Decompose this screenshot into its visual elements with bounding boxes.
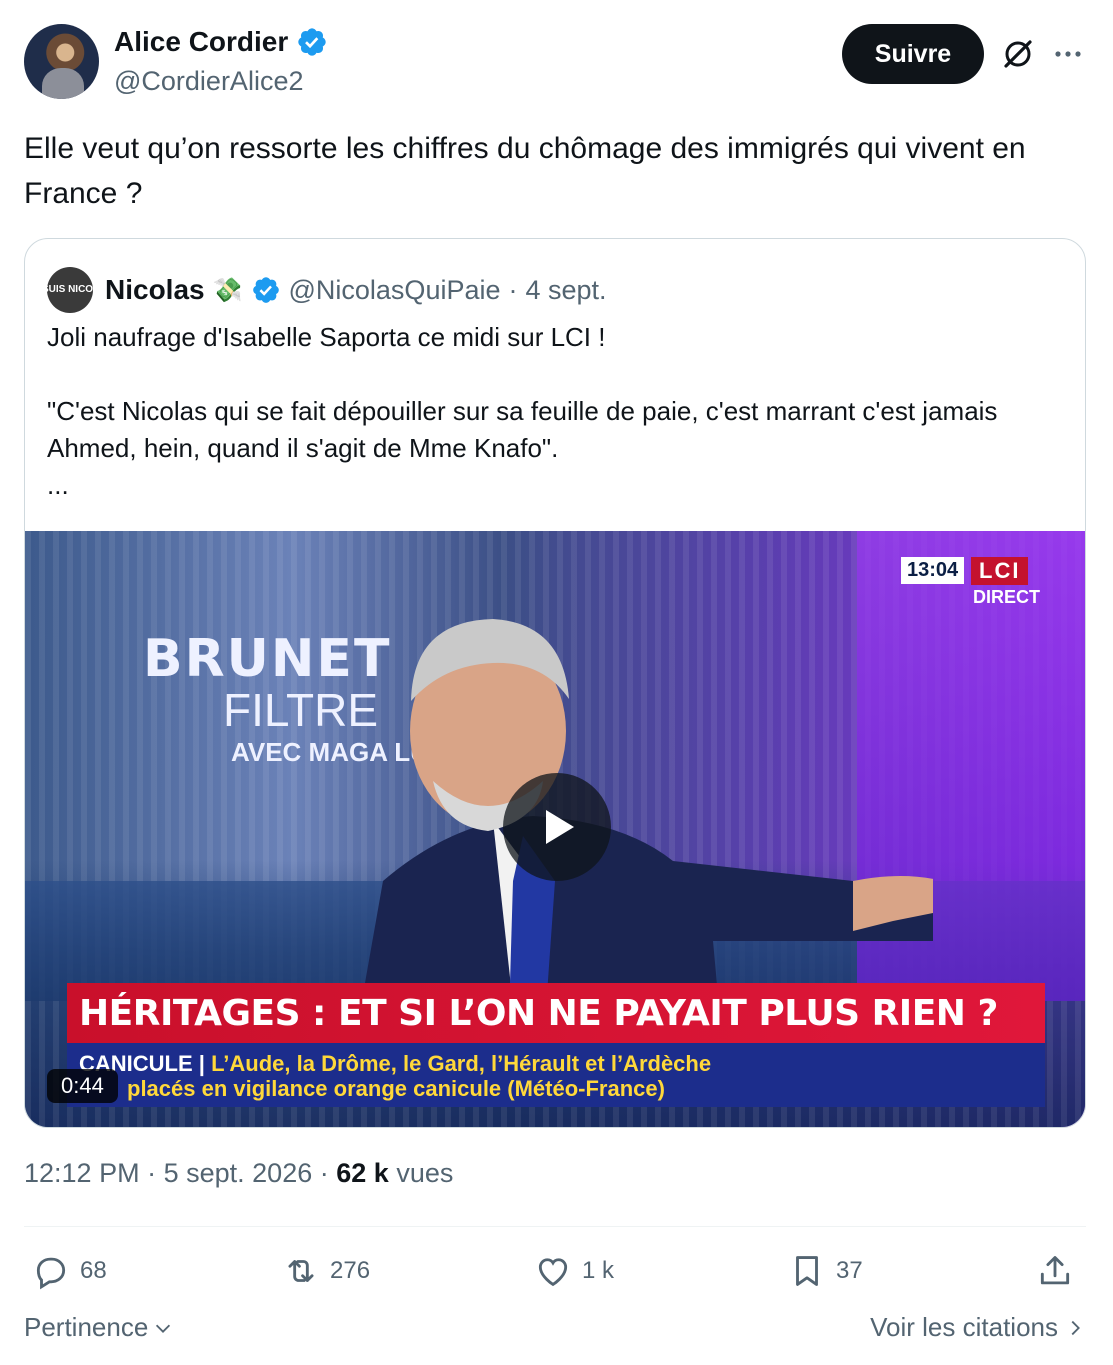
author-avatar[interactable] xyxy=(24,24,99,99)
view-quotes-link[interactable]: Voir les citations xyxy=(870,1312,1086,1343)
live-label: DIRECT xyxy=(973,587,1040,607)
reply-button[interactable]: 68 xyxy=(32,1252,107,1290)
sort-label: Pertinence xyxy=(24,1312,149,1342)
tweet-date[interactable]: 5 sept. 2026 xyxy=(164,1158,313,1188)
author-name-row: Alice Cordier xyxy=(114,26,328,58)
bookmark-icon xyxy=(796,1256,818,1286)
bookmark-button[interactable]: 37 xyxy=(788,1252,863,1290)
ticker-line-2: placés en vigilance orange canicule (Mét… xyxy=(127,1076,665,1101)
quoted-date[interactable]: 4 sept. xyxy=(526,275,607,306)
action-bar: 68 276 1 k 37 xyxy=(24,1244,1086,1304)
replies-footer: Pertinence Voir les citations xyxy=(24,1312,1086,1352)
share-icon xyxy=(1040,1256,1070,1285)
more-options-icon[interactable] xyxy=(1052,38,1084,70)
video-presenter xyxy=(353,619,933,1051)
grok-icon[interactable] xyxy=(1000,36,1036,72)
money-emoji-icon: 💸 xyxy=(212,276,243,304)
reply-icon xyxy=(36,1257,66,1290)
quoted-tweet[interactable]: JE SUIS NICOLAS Nicolas 💸 @NicolasQuiPai… xyxy=(24,238,1086,1128)
follow-button[interactable]: Suivre xyxy=(842,24,984,84)
video-ticker: CANICULE | L’Aude, la Drôme, le Gard, l’… xyxy=(67,1043,1045,1107)
view-quotes-label: Voir les citations xyxy=(870,1312,1058,1342)
heart-icon xyxy=(538,1258,568,1287)
quoted-author-avatar[interactable]: JE SUIS NICOLAS xyxy=(27,267,113,313)
reply-count: 68 xyxy=(80,1257,107,1284)
repost-count: 276 xyxy=(330,1257,371,1284)
verified-badge-icon xyxy=(252,277,279,303)
tweet-text: Elle veut qu’on ressorte les chiffres du… xyxy=(24,132,1026,210)
quoted-text-ellipsis: ... xyxy=(47,470,69,500)
chevron-right-icon xyxy=(1071,1320,1080,1335)
dot-separator: · xyxy=(147,1158,157,1188)
views-count: 62 k xyxy=(336,1158,389,1188)
verified-badge-icon xyxy=(298,28,326,56)
dot-separator: · xyxy=(508,274,518,305)
channel-logo: LCI xyxy=(971,557,1029,585)
play-button[interactable] xyxy=(503,773,611,881)
quoted-author-name[interactable]: Nicolas xyxy=(105,274,205,306)
repost-button[interactable]: 276 xyxy=(282,1252,370,1290)
quoted-text-line: Joli naufrage d'Isabelle Saporta ce midi… xyxy=(47,322,606,352)
bookmark-count: 37 xyxy=(836,1257,863,1284)
video-duration: 0:44 xyxy=(47,1069,118,1103)
tweet-meta: 12:12 PM · 5 sept. 2026 · 62 k vues xyxy=(24,1158,453,1189)
author-name[interactable]: Alice Cordier xyxy=(114,26,288,58)
ticker-line-1: L’Aude, la Drôme, le Gard, l’Hérault et … xyxy=(211,1051,712,1076)
views-label: vues xyxy=(396,1158,454,1188)
share-button[interactable] xyxy=(1036,1252,1074,1290)
quoted-tweet-text: Joli naufrage d'Isabelle Saporta ce midi… xyxy=(47,319,1057,504)
like-count: 1 k xyxy=(582,1257,615,1284)
tweet-header: Alice Cordier @CordierAlice2 Suivre xyxy=(24,24,1089,100)
chevron-down-icon xyxy=(156,1324,171,1333)
divider xyxy=(24,1226,1086,1227)
quoted-text-quote: "C'est Nicolas qui se fait dépouiller su… xyxy=(47,396,998,463)
video-headline: HÉRITAGES : ET SI L’ON NE PAYAIT PLUS RI… xyxy=(67,983,1045,1043)
video-player[interactable]: BRUNET FILTRE AVEC MAGA LUNE 13:04 LCI D… xyxy=(25,531,1085,1127)
quoted-tweet-header: JE SUIS NICOLAS Nicolas 💸 @NicolasQuiPai… xyxy=(27,267,607,313)
author-handle[interactable]: @CordierAlice2 xyxy=(114,66,303,97)
play-icon xyxy=(546,810,574,844)
like-button[interactable]: 1 k xyxy=(534,1252,614,1290)
video-clock: 13:04 xyxy=(901,557,965,584)
sort-dropdown[interactable]: Pertinence xyxy=(24,1312,174,1343)
tweet-time[interactable]: 12:12 PM xyxy=(24,1158,140,1188)
quoted-author-handle[interactable]: @NicolasQuiPaie xyxy=(289,275,501,306)
repost-icon xyxy=(288,1260,314,1282)
dot-separator: · xyxy=(319,1158,329,1188)
